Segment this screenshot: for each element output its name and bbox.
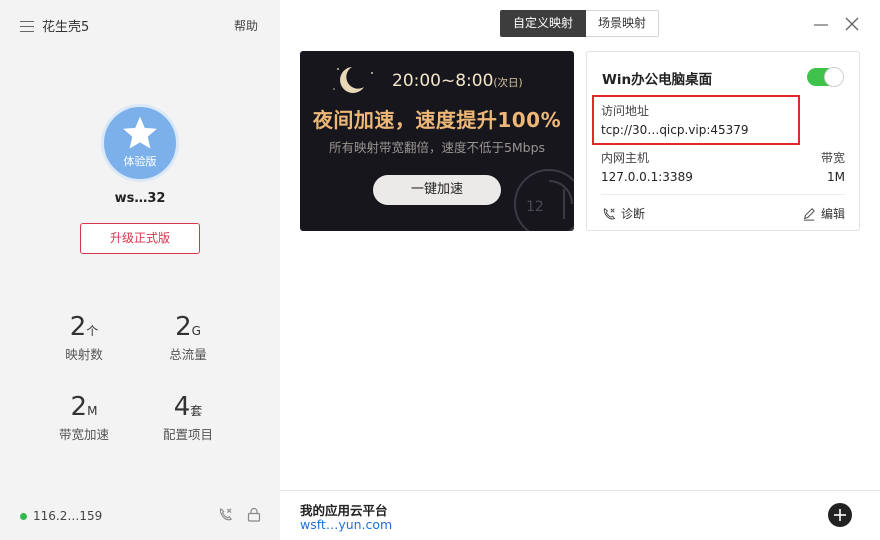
upgrade-button[interactable]: 升级正式版	[80, 223, 200, 254]
edit-label: 编辑	[821, 207, 846, 221]
stat-value: 4	[173, 392, 191, 422]
sidebar: 花生壳5 帮助 体验版 ws…32 升级正式版 2个 映射数 2G 总流量 2M…	[0, 0, 280, 540]
mapping-card: Win办公电脑桌面 访问地址 tcp://30…qicp.vip:45379 内…	[586, 51, 860, 231]
edit-button[interactable]: 编辑	[802, 205, 845, 222]
boost-time: 20:00~8:00(次日)	[392, 71, 523, 91]
stat-mappings: 2个 映射数	[34, 312, 134, 363]
card-divider	[601, 194, 845, 195]
stat-value: 2	[70, 392, 88, 422]
stat-unit: M	[87, 404, 98, 418]
username: ws…32	[114, 191, 166, 206]
stat-unit: 个	[86, 324, 99, 338]
app-brand: 花生壳5	[20, 16, 89, 35]
cloud-platform-footer: 我的应用云平台 wsft…yun.com	[280, 490, 880, 540]
diagnose-icon[interactable]	[218, 507, 233, 522]
cloud-platform-link[interactable]: wsft…yun.com	[300, 517, 392, 532]
boost-time-note: (次日)	[493, 77, 523, 89]
stat-label: 映射数	[65, 347, 103, 362]
banner-title: 夜间加速，速度提升100%	[312, 108, 562, 132]
boost-time-range: 20:00~8:00	[392, 71, 494, 91]
stat-bandwidth: 2M 带宽加速	[34, 392, 134, 443]
star-icon	[123, 116, 157, 149]
minimize-icon[interactable]	[813, 16, 829, 32]
tab-custom-mapping[interactable]: 自定义映射	[500, 10, 587, 37]
bandwidth-label: 带宽	[820, 151, 845, 165]
help-link[interactable]: 帮助	[234, 17, 258, 34]
network-status: 116.2…159	[20, 509, 102, 523]
app-name: 花生壳5	[42, 20, 90, 35]
add-mapping-button[interactable]	[828, 503, 852, 527]
clock-icon: 12	[514, 169, 574, 231]
avatar[interactable]: 体验版	[101, 104, 179, 182]
plus-icon	[834, 509, 846, 521]
diagnose-button[interactable]: 诊断	[602, 205, 645, 222]
bandwidth-value: 1M	[827, 170, 845, 184]
banner-subtitle: 所有映射带宽翻倍，速度不低于5Mbps	[328, 140, 546, 155]
close-icon[interactable]	[844, 16, 860, 32]
pencil-icon	[803, 207, 815, 221]
tab-scene-mapping[interactable]: 场景映射	[586, 10, 660, 37]
access-address-value[interactable]: tcp://30…qicp.vip:45379	[601, 123, 749, 137]
mapping-tabs: 自定义映射 场景映射	[500, 10, 660, 37]
avatar-edition-label: 体验版	[123, 155, 157, 168]
lock-icon[interactable]	[247, 507, 261, 522]
stat-traffic: 2G 总流量	[138, 312, 238, 363]
moon-icon	[333, 67, 373, 93]
night-boost-banner[interactable]: 20:00~8:00(次日) 夜间加速，速度提升100% 所有映射带宽翻倍，速度…	[300, 51, 574, 231]
stat-value: 2	[69, 312, 87, 342]
clock-number: 12	[526, 199, 544, 215]
mapping-enable-toggle[interactable]	[807, 67, 844, 87]
sidebar-tools	[218, 507, 261, 522]
stat-unit: G	[191, 324, 201, 338]
online-indicator-icon	[20, 512, 27, 520]
stat-label: 带宽加速	[58, 427, 109, 442]
lan-host-value: 127.0.0.1:3389	[601, 170, 693, 184]
stat-value: 2	[175, 312, 192, 342]
diagnose-icon	[603, 207, 616, 219]
mapping-title: Win办公电脑桌面	[602, 72, 713, 88]
public-ip: 116.2…159	[33, 509, 103, 523]
stat-unit: 套	[190, 404, 203, 418]
one-click-boost-button[interactable]: 一键加速	[373, 175, 501, 205]
menu-icon[interactable]	[20, 20, 36, 32]
stat-config-items: 4套 配置项目	[138, 392, 238, 443]
stat-label: 配置项目	[162, 427, 213, 442]
lan-host-label: 内网主机	[601, 151, 650, 165]
access-address-label: 访问地址	[601, 104, 650, 118]
diagnose-label: 诊断	[621, 207, 646, 221]
stat-label: 总流量	[169, 347, 207, 362]
